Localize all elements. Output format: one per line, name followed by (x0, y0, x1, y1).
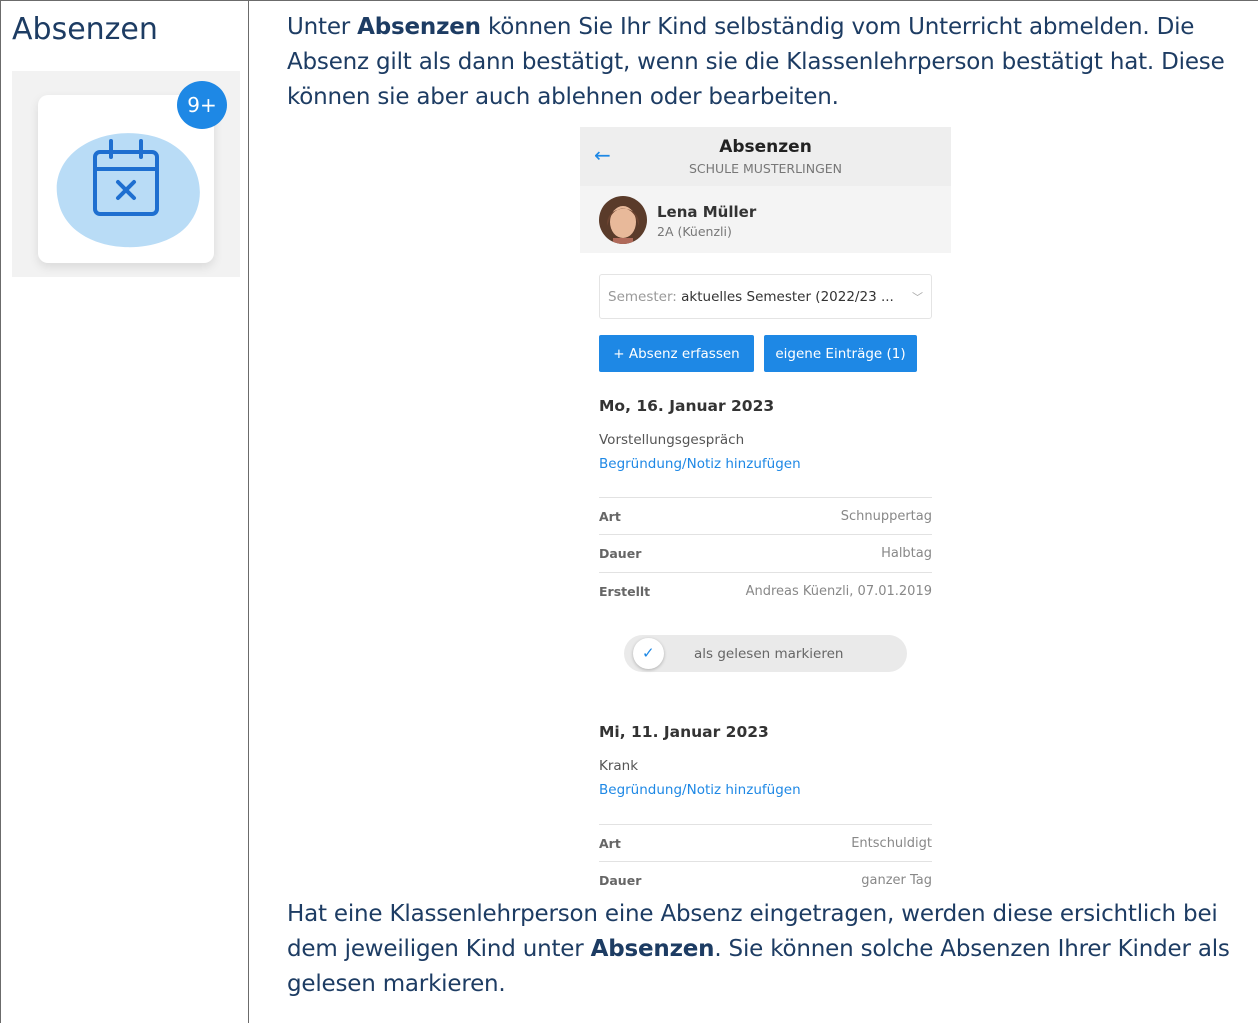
chevron-down-icon: ﹀ (912, 291, 923, 304)
entry-date: Mi, 11. Januar 2023 (599, 723, 769, 741)
user-class: 2A (Küenzli) (657, 224, 732, 239)
detail-value: Andreas Küenzli, 07.01.2019 (745, 584, 932, 599)
detail-row: Art Entschuldigt (599, 824, 932, 861)
own-entries-button[interactable]: eigene Einträge (1) (764, 335, 917, 372)
entry-reason: Vorstellungsgespräch (599, 432, 745, 448)
detail-value: ganzer Tag (861, 873, 932, 888)
detail-row: Dauer Halbtag (599, 534, 932, 571)
avatar (599, 196, 647, 244)
screen-title: Absenzen (719, 137, 812, 157)
detail-row: Dauer ganzer Tag (599, 861, 932, 893)
detail-value: Halbtag (881, 546, 932, 561)
detail-key: Dauer (599, 873, 642, 888)
school-name: SCHULE MUSTERLINGEN (688, 161, 843, 176)
column-divider (248, 0, 249, 1023)
section-title: Absenzen (12, 12, 158, 47)
add-note-link[interactable]: Begründung/Notiz hinzufügen (599, 456, 801, 472)
detail-row: Art Schnuppertag (599, 497, 932, 534)
outro-paragraph: Hat eine Klassenlehrperson eine Absenz e… (287, 901, 1230, 997)
detail-key: Dauer (599, 546, 642, 561)
detail-key: Erstellt (599, 584, 651, 599)
check-icon: ✓ (642, 644, 655, 662)
semester-text: Semester: aktuelles Semester (2022/23 ..… (608, 289, 894, 305)
detail-value: Entschuldigt (851, 836, 932, 851)
mark-read-label: als gelesen markieren (694, 646, 844, 662)
add-note-link[interactable]: Begründung/Notiz hinzufügen (599, 782, 801, 798)
intro-paragraph: Unter Absenzen können Sie Ihr Kind selbs… (287, 14, 1225, 110)
semester-select[interactable]: Semester: aktuelles Semester (2022/23 ..… (599, 274, 932, 319)
detail-key: Art (599, 836, 621, 851)
user-name: Lena Müller (657, 203, 757, 221)
detail-key: Art (599, 509, 621, 524)
add-absence-button[interactable]: + Absenz erfassen (599, 335, 754, 372)
entry-date: Mo, 16. Januar 2023 (599, 397, 775, 415)
semester-label: Semester: (608, 289, 677, 305)
detail-value: Schnuppertag (840, 509, 932, 524)
phone-screenshot: ← Absenzen SCHULE MUSTERLINGEN Lena Müll… (580, 127, 951, 893)
entry-reason: Krank (599, 758, 639, 774)
detail-row: Erstellt Andreas Küenzli, 07.01.2019 (599, 572, 932, 609)
semester-value: aktuelles Semester (2022/23 ... (681, 289, 894, 305)
notification-badge: 9+ (177, 81, 227, 129)
